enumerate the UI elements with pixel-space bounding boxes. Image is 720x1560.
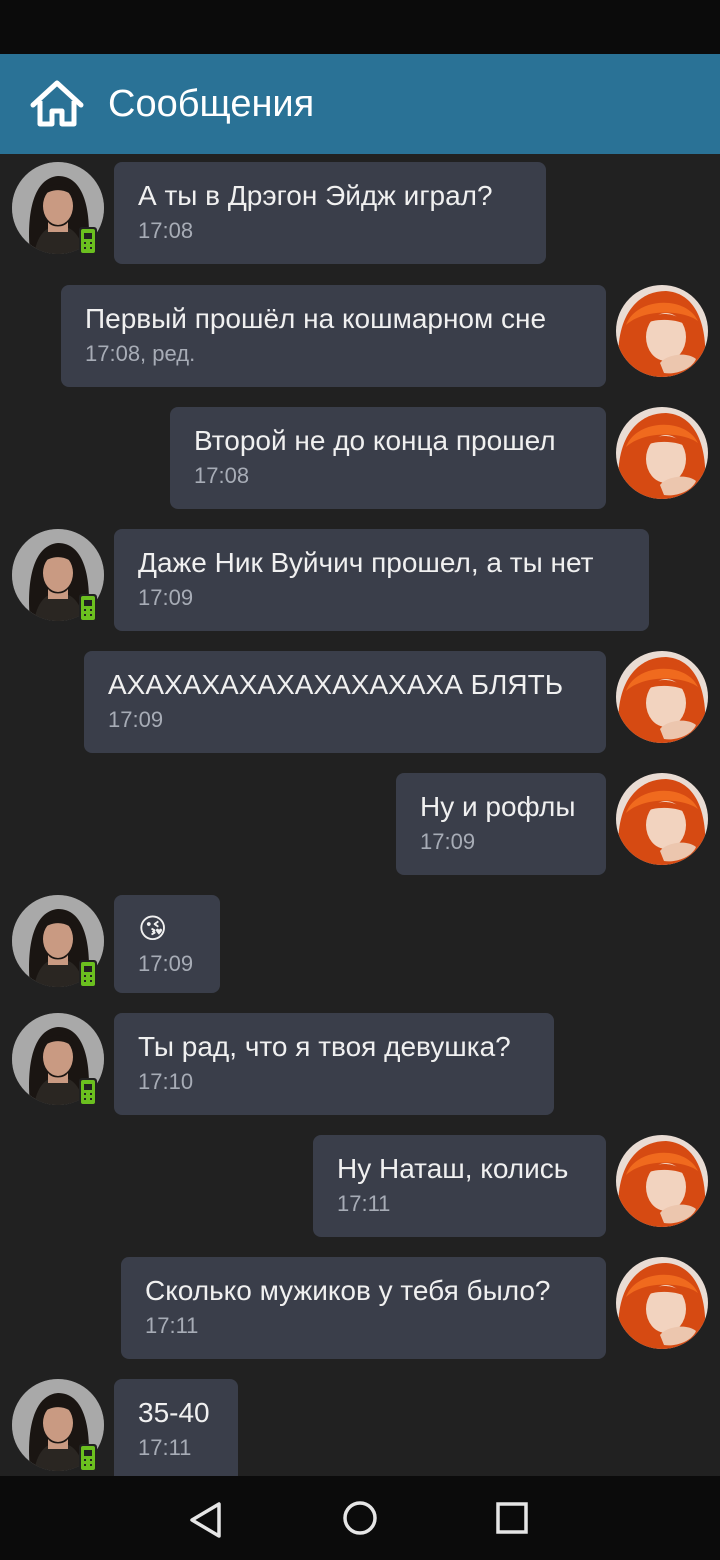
message-incoming: Даже Ник Вуйчич прошел, а ты нет 17:09 xyxy=(0,529,720,633)
message-outgoing: Второй не до конца прошел 17:08 xyxy=(0,407,720,511)
user-avatar[interactable] xyxy=(616,285,708,377)
message-text: 35-40 xyxy=(138,1397,210,1428)
message-outgoing: Ну Наташ, колись 17:11 xyxy=(0,1135,720,1239)
message-time: 17:08 xyxy=(138,218,194,243)
message-incoming: А ты в Дрэгон Эйдж играл? 17:08 xyxy=(0,162,720,266)
message-list[interactable]: А ты в Дрэгон Эйдж играл? 17:08 Первый п… xyxy=(0,154,720,1476)
message-incoming: Ты рад, что я твоя девушка? 17:10 xyxy=(0,1013,720,1117)
message-time: 17:11 xyxy=(145,1313,199,1338)
mobile-online-icon xyxy=(78,226,98,256)
recents-square-icon[interactable] xyxy=(496,1502,528,1534)
back-triangle-icon[interactable] xyxy=(188,1500,224,1540)
message-bubble[interactable]: 😘 17:09 xyxy=(114,895,220,993)
message-outgoing: Первый прошёл на кошмарном сне 17:08, ре… xyxy=(0,285,720,389)
user-avatar[interactable] xyxy=(616,773,708,865)
mobile-online-icon xyxy=(78,1077,98,1107)
message-text: Ты рад, что я твоя девушка? xyxy=(138,1031,511,1062)
message-incoming: 😘 17:09 xyxy=(0,895,720,995)
message-time: 17:09 xyxy=(138,951,194,976)
message-time: 17:09 xyxy=(108,707,164,732)
message-bubble[interactable]: Ну Наташ, колись 17:11 xyxy=(313,1135,606,1237)
message-time: 17:11 xyxy=(337,1191,391,1216)
message-bubble[interactable]: АХАХАХАХАХАХАХАХАХА БЛЯТЬ 17:09 xyxy=(84,651,606,753)
home-circle-icon[interactable] xyxy=(342,1500,378,1536)
message-text: Первый прошёл на кошмарном сне xyxy=(85,303,547,334)
message-outgoing: Ну и рофлы 17:09 xyxy=(0,773,720,877)
message-time: 17:10 xyxy=(138,1069,194,1094)
message-outgoing: Сколько мужиков у тебя было? 17:11 xyxy=(0,1257,720,1361)
message-time: 17:08 xyxy=(194,463,250,488)
user-avatar[interactable] xyxy=(616,1135,708,1227)
system-nav-bar xyxy=(0,1476,720,1560)
message-text: Второй не до конца прошел xyxy=(194,425,556,456)
message-text: Сколько мужиков у тебя было? xyxy=(145,1275,551,1306)
page-title: Сообщения xyxy=(108,83,315,125)
home-icon[interactable] xyxy=(28,78,86,130)
message-bubble[interactable]: Сколько мужиков у тебя было? 17:11 xyxy=(121,1257,606,1359)
user-avatar[interactable] xyxy=(616,407,708,499)
message-bubble[interactable]: Даже Ник Вуйчич прошел, а ты нет 17:09 xyxy=(114,529,649,631)
message-text: Ну и рофлы xyxy=(420,791,576,822)
message-bubble[interactable]: Ты рад, что я твоя девушка? 17:10 xyxy=(114,1013,554,1115)
message-bubble[interactable]: А ты в Дрэгон Эйдж играл? 17:08 xyxy=(114,162,546,264)
message-incoming: 35-40 17:11 xyxy=(0,1379,720,1476)
message-time: 17:09 xyxy=(420,829,476,854)
message-bubble[interactable]: Первый прошёл на кошмарном сне 17:08, ре… xyxy=(61,285,606,387)
user-avatar[interactable] xyxy=(616,651,708,743)
status-bar xyxy=(0,0,720,54)
message-time: 17:09 xyxy=(138,585,194,610)
message-time: 17:08, ред. xyxy=(85,341,196,366)
app-bar: Сообщения xyxy=(0,54,720,154)
mobile-online-icon xyxy=(78,1443,98,1473)
message-time: 17:11 xyxy=(138,1435,192,1460)
message-bubble[interactable]: Второй не до конца прошел 17:08 xyxy=(170,407,606,509)
message-text: АХАХАХАХАХАХАХАХАХА БЛЯТЬ xyxy=(108,669,564,700)
message-text: Ну Наташ, колись xyxy=(337,1153,569,1184)
message-text: Даже Ник Вуйчич прошел, а ты нет xyxy=(138,547,594,578)
message-bubble[interactable]: Ну и рофлы 17:09 xyxy=(396,773,606,875)
message-text: А ты в Дрэгон Эйдж играл? xyxy=(138,180,493,211)
mobile-online-icon xyxy=(78,593,98,623)
message-outgoing: АХАХАХАХАХАХАХАХАХА БЛЯТЬ 17:09 xyxy=(0,651,720,755)
message-emoji: 😘 xyxy=(138,913,168,944)
user-avatar[interactable] xyxy=(616,1257,708,1349)
mobile-online-icon xyxy=(78,959,98,989)
message-bubble[interactable]: 35-40 17:11 xyxy=(114,1379,238,1476)
